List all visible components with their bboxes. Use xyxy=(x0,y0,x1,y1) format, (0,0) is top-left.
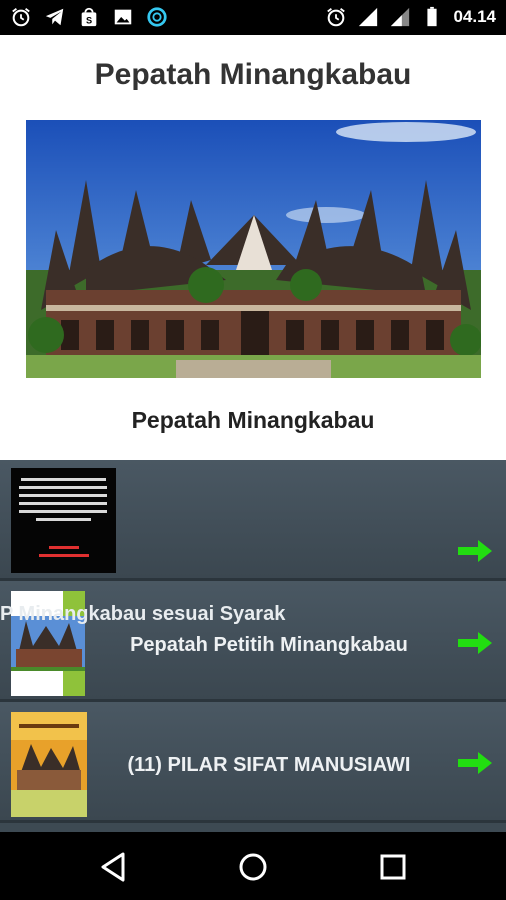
book-cover-thumbnail xyxy=(11,712,87,817)
section-subtitle: Pepatah Minangkabau xyxy=(131,407,375,433)
battery-icon xyxy=(427,6,438,27)
signal-icon xyxy=(359,7,378,27)
status-bar: S 04.14 xyxy=(0,0,506,35)
circle-app-icon xyxy=(147,7,167,27)
minangkabau-house-image xyxy=(26,120,481,378)
arrow-right-icon[interactable] xyxy=(458,752,492,774)
list-item[interactable]: P Minangkabau sesuai Syarak Pepatah Peti… xyxy=(0,581,506,702)
navigation-bar xyxy=(0,832,506,900)
image-icon xyxy=(114,9,132,25)
page-title: Pepatah Minangkabau xyxy=(94,58,412,91)
recents-icon[interactable] xyxy=(376,850,410,884)
alarm-icon xyxy=(12,8,30,27)
telegram-icon xyxy=(45,8,64,26)
status-time: 04.14 xyxy=(453,7,496,26)
item-overlay-text: P Minangkabau sesuai Syarak xyxy=(0,603,286,625)
signal-icon xyxy=(391,7,410,27)
item-list: P Minangkabau sesuai Syarak Pepatah Peti… xyxy=(0,460,506,832)
arrow-right-icon[interactable] xyxy=(458,540,492,562)
app-screen: S 04.14 Pepatah Minangkabau Pepatah Mina… xyxy=(0,0,506,900)
back-icon[interactable] xyxy=(97,850,131,884)
list-item-label: (11) PILAR SIFAT MANUSIAWI xyxy=(127,754,411,776)
home-icon[interactable] xyxy=(236,850,270,884)
list-item[interactable]: (11) PILAR SIFAT MANUSIAWI xyxy=(0,702,506,823)
shop-bag-icon: S xyxy=(81,7,97,27)
arrow-right-icon[interactable] xyxy=(458,632,492,654)
list-item-label: Pepatah Petitih Minangkabau xyxy=(130,634,408,656)
svg-text:S: S xyxy=(86,15,92,25)
black-text-poster-thumbnail xyxy=(11,468,116,573)
list-item[interactable] xyxy=(0,460,506,581)
alarm-icon xyxy=(327,8,346,27)
